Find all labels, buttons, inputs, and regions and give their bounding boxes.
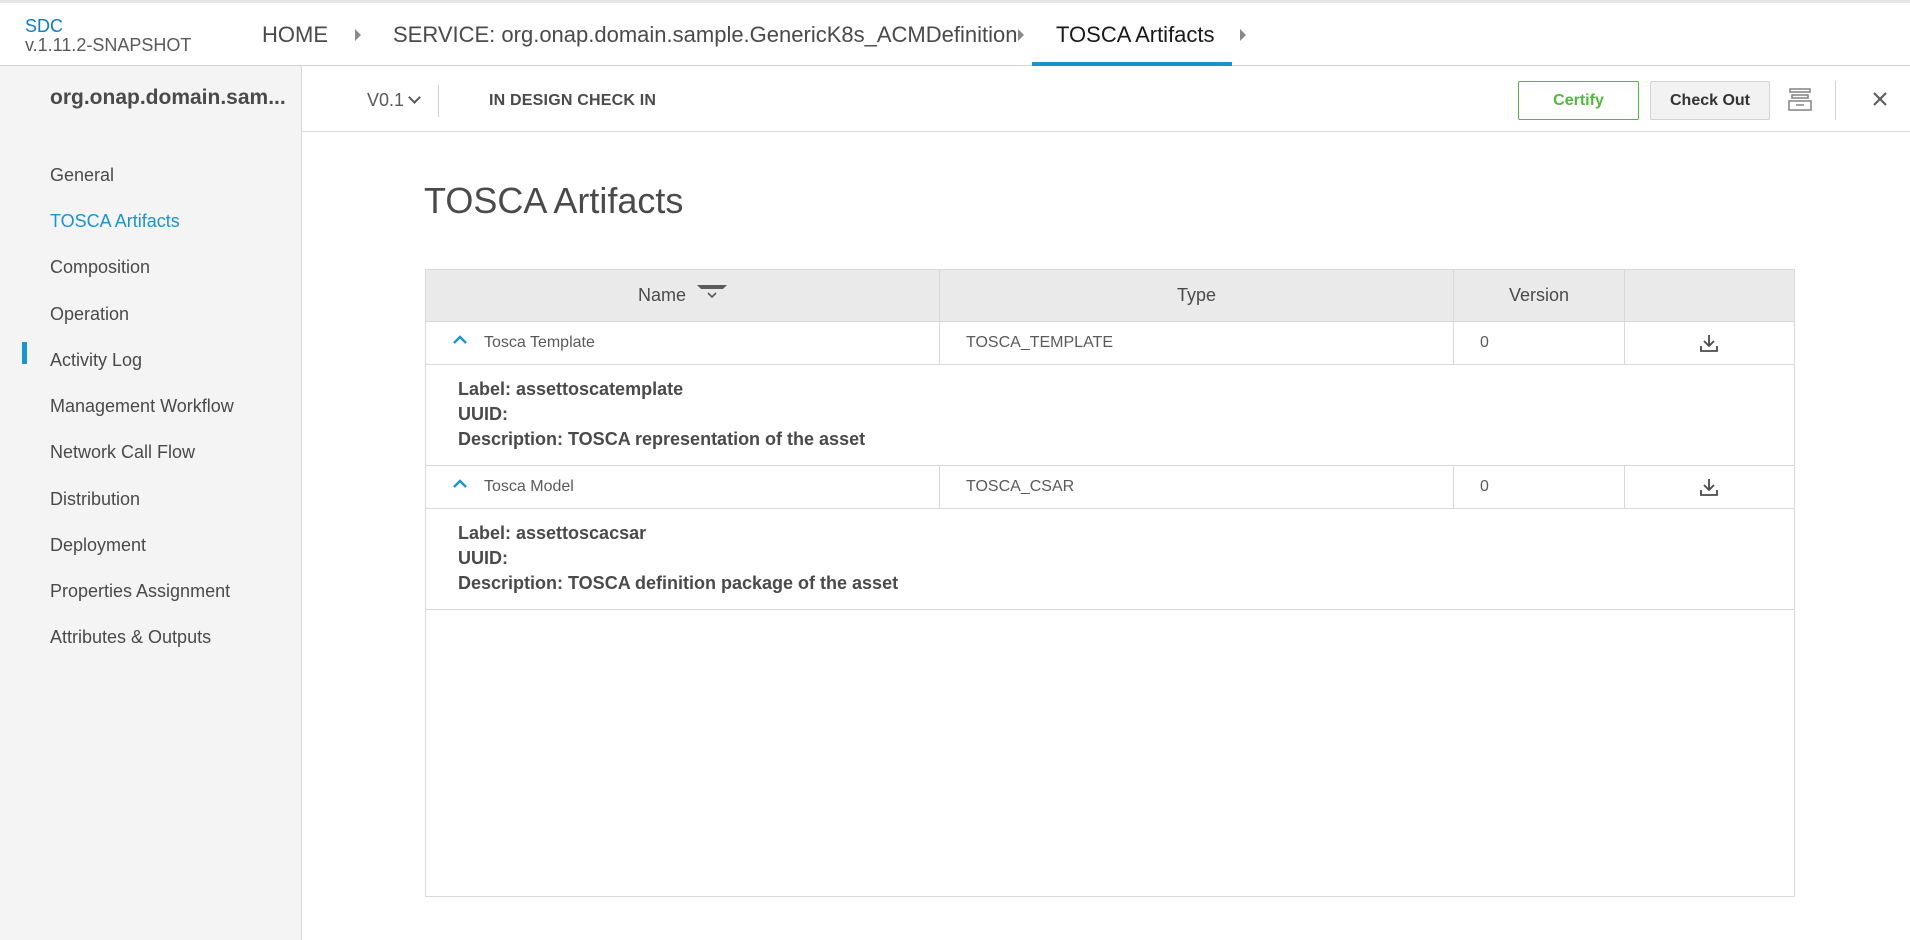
asset-header: org.onap.domain.sam... V0.1 IN DESIGN CH… — [0, 66, 1910, 132]
brand[interactable]: SDC v.1.11.2-SNAPSHOT — [25, 17, 191, 55]
brand-name: SDC — [25, 16, 64, 36]
table-row[interactable]: Tosca Model TOSCA_CSAR 0 — [426, 466, 1794, 509]
breadcrumb-service[interactable]: SERVICE: org.onap.domain.sample.GenericK… — [393, 22, 1017, 48]
artifact-description: Description: TOSCA definition package of… — [458, 573, 899, 593]
column-header-name[interactable]: Name — [426, 270, 940, 321]
artifact-label: Label: assettoscatemplate — [458, 379, 684, 399]
artifact-name: Tosca Template — [426, 322, 940, 364]
top-navigation-bar: SDC v.1.11.2-SNAPSHOT HOME SERVICE: org.… — [0, 0, 1910, 67]
sort-icon[interactable] — [697, 283, 728, 303]
chevron-up-icon[interactable] — [452, 478, 468, 490]
breadcrumb-home[interactable]: HOME — [262, 22, 328, 48]
sidebar-item-composition[interactable]: Composition — [50, 257, 150, 278]
version-value: V0.1 — [367, 90, 405, 110]
table-header: Name Type Version — [426, 270, 1794, 322]
artifact-actions — [1625, 322, 1794, 364]
artifact-uuid: UUID: — [458, 404, 508, 424]
artifacts-table: Name Type Version Tosca Template TOSCA_T… — [425, 269, 1795, 897]
version-select[interactable]: V0.1 — [367, 90, 421, 111]
artifact-name-text: Tosca Template — [484, 334, 595, 351]
brand-version: v.1.11.2-SNAPSHOT — [25, 35, 192, 55]
archive-icon[interactable] — [1787, 86, 1813, 112]
sidebar-item-properties-assignment[interactable]: Properties Assignment — [50, 581, 230, 602]
chevron-up-icon[interactable] — [452, 334, 468, 346]
breadcrumb-arrow-icon[interactable] — [1240, 29, 1246, 41]
artifact-actions — [1625, 466, 1794, 508]
certify-button[interactable]: Certify — [1518, 81, 1639, 120]
download-icon[interactable] — [1699, 477, 1719, 497]
artifact-details: Label: assettoscatemplate UUID: Descript… — [426, 365, 1794, 466]
sidebar-item-distribution[interactable]: Distribution — [50, 489, 140, 510]
artifact-uuid: UUID: — [458, 548, 508, 568]
artifact-description: Description: TOSCA representation of the… — [458, 429, 866, 449]
active-item-marker — [22, 342, 27, 364]
lifecycle-state: IN DESIGN CHECK IN — [489, 92, 657, 109]
chevron-down-icon — [408, 91, 421, 104]
breadcrumb-arrow-icon[interactable] — [1018, 29, 1024, 41]
asset-name: org.onap.domain.sam... — [50, 86, 286, 109]
column-header-version[interactable]: Version — [1454, 270, 1625, 321]
artifact-type: TOSCA_TEMPLATE — [940, 322, 1454, 364]
sidebar-item-general[interactable]: General — [50, 165, 114, 186]
sidebar-item-attributes-outputs[interactable]: Attributes & Outputs — [50, 627, 211, 648]
sidebar-item-tosca-artifacts[interactable]: TOSCA Artifacts — [50, 211, 180, 232]
page-title: TOSCA Artifacts — [424, 180, 684, 221]
sidebar-item-network-call-flow[interactable]: Network Call Flow — [50, 442, 195, 463]
divider — [438, 85, 439, 117]
divider — [1835, 81, 1836, 120]
artifact-details: Label: assettoscacsar UUID: Description:… — [426, 509, 1794, 610]
artifact-version: 0 — [1454, 322, 1625, 364]
sidebar-item-activity-log[interactable]: Activity Log — [50, 350, 142, 371]
close-icon[interactable] — [1869, 88, 1891, 110]
breadcrumb-current[interactable]: TOSCA Artifacts — [1056, 22, 1215, 48]
sidebar-item-management-workflow[interactable]: Management Workflow — [50, 396, 234, 417]
artifact-version: 0 — [1454, 466, 1625, 508]
sidebar: General TOSCA Artifacts Composition Oper… — [0, 132, 302, 940]
artifact-name-text: Tosca Model — [484, 478, 574, 495]
asset-name-panel: org.onap.domain.sam... — [0, 66, 302, 132]
column-header-type[interactable]: Type — [940, 270, 1454, 321]
download-icon[interactable] — [1699, 333, 1719, 353]
column-header-label: Name — [637, 285, 686, 305]
artifact-label: Label: assettoscacsar — [458, 523, 647, 543]
artifact-type: TOSCA_CSAR — [940, 466, 1454, 508]
table-row[interactable]: Tosca Template TOSCA_TEMPLATE 0 — [426, 322, 1794, 365]
breadcrumb-arrow-icon[interactable] — [355, 29, 361, 41]
artifact-name: Tosca Model — [426, 466, 940, 508]
sidebar-item-operation[interactable]: Operation — [50, 304, 129, 325]
column-header-actions — [1625, 270, 1794, 321]
sidebar-item-deployment[interactable]: Deployment — [50, 535, 146, 556]
check-out-button[interactable]: Check Out — [1650, 81, 1770, 120]
